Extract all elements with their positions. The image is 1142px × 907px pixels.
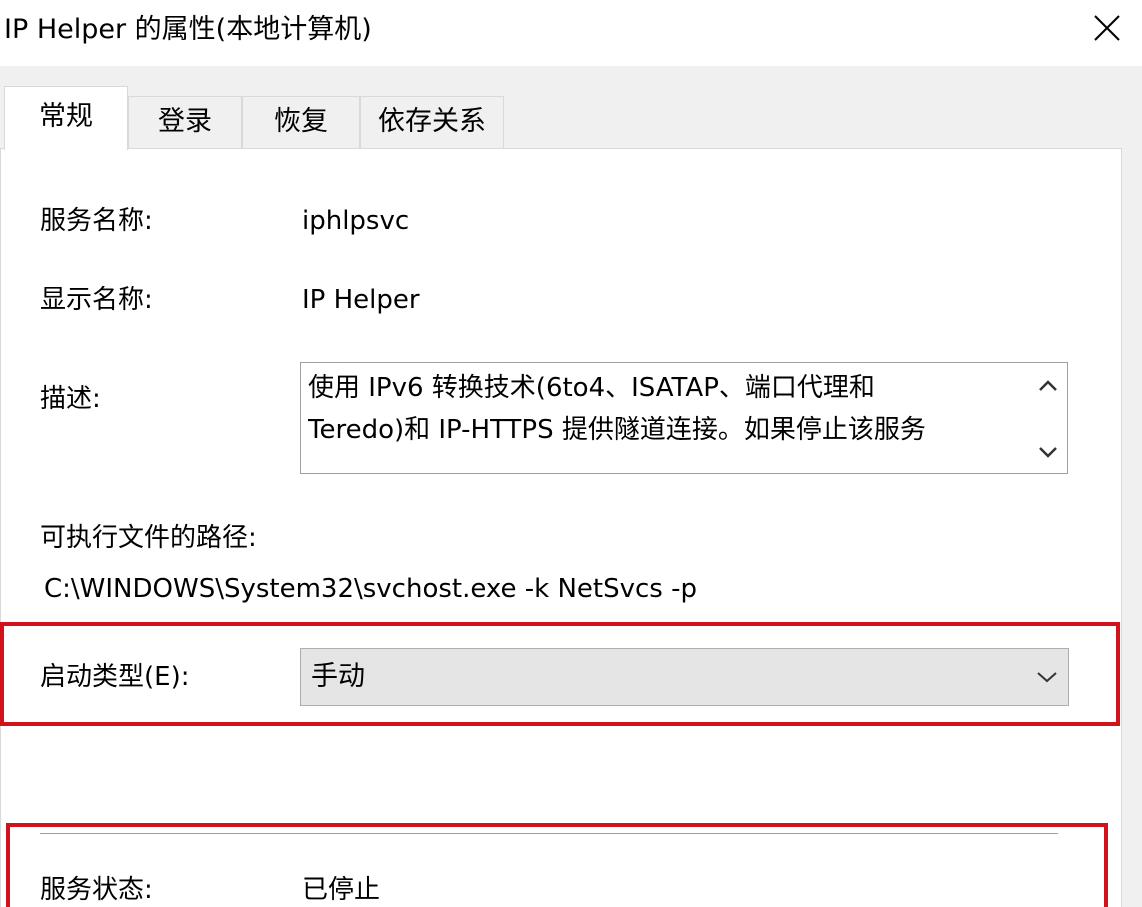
description-line: 使用 IPv6 转换技术(6to4、ISATAP、端口代理和 (308, 373, 875, 403)
exe-path-label: 可执行文件的路径: (40, 523, 257, 553)
startup-type-label: 启动类型(E): (40, 662, 190, 692)
service-status-label: 服务状态: (40, 875, 153, 905)
display-name-label: 显示名称: (40, 285, 153, 315)
properties-dialog: IP Helper 的属性(本地计算机) 常规 登录 恢复 依存关系 服务名称:… (0, 0, 1142, 907)
startup-type-value: 手动 (311, 661, 365, 692)
description-text: 使用 IPv6 转换技术(6to4、ISATAP、端口代理和 Teredo)和 … (308, 367, 1026, 451)
service-name-value: iphlpsvc (302, 206, 410, 236)
startup-type-dropdown[interactable]: 手动 (300, 648, 1069, 706)
chevron-up-icon (1039, 380, 1057, 391)
description-label: 描述: (40, 384, 101, 414)
title-bar: IP Helper 的属性(本地计算机) (0, 0, 1142, 66)
service-name-label: 服务名称: (40, 206, 153, 236)
scroll-down-button[interactable] (1034, 437, 1062, 467)
tab-dependencies[interactable]: 依存关系 (360, 96, 504, 148)
description-line: Teredo)和 IP-HTTPS 提供隧道连接。如果停止该服务 (308, 415, 926, 445)
display-name-value: IP Helper (302, 285, 420, 315)
exe-path-value: C:\WINDOWS\System32\svchost.exe -k NetSv… (44, 574, 697, 604)
tab-logon[interactable]: 登录 (128, 96, 242, 148)
chevron-down-icon (1037, 672, 1057, 683)
separator-line (40, 833, 1058, 834)
description-textbox[interactable]: 使用 IPv6 转换技术(6to4、ISATAP、端口代理和 Teredo)和 … (300, 362, 1068, 474)
close-button[interactable] (1080, 4, 1134, 52)
tab-recovery[interactable]: 恢复 (242, 96, 360, 148)
tab-general[interactable]: 常规 (4, 86, 128, 150)
service-status-value: 已停止 (302, 875, 381, 905)
scroll-up-button[interactable] (1034, 371, 1062, 401)
chevron-down-icon (1039, 447, 1057, 458)
window-title: IP Helper 的属性(本地计算机) (4, 14, 372, 45)
close-icon (1094, 15, 1120, 41)
